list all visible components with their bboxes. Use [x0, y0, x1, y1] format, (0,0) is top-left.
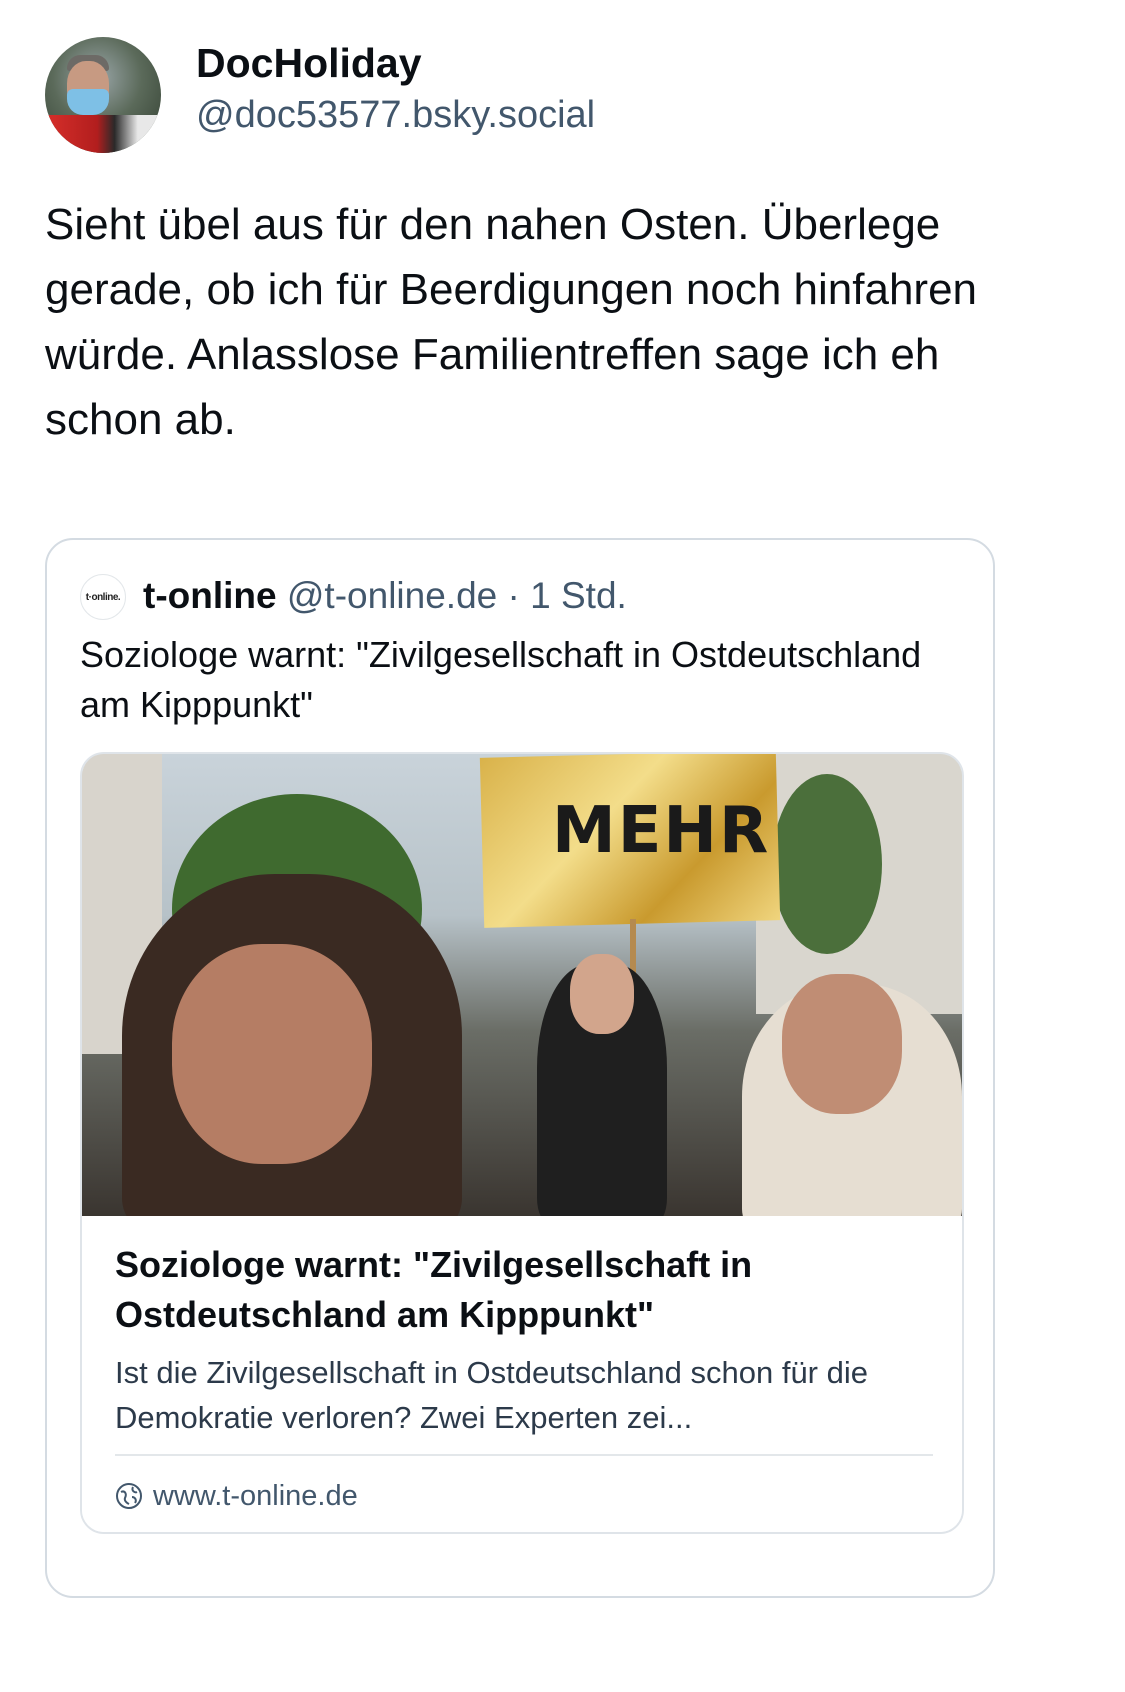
link-preview-image: MEHR: [82, 754, 962, 1216]
link-preview-description: Ist die Zivilgesellschaft in Ostdeutschl…: [115, 1355, 868, 1435]
globe-icon: [116, 1483, 142, 1509]
photo-tree-right: [772, 774, 882, 954]
photo-face-center: [570, 954, 634, 1034]
link-preview-card[interactable]: MEHR Soziologe warnt: "Zivilgesellschaft…: [80, 752, 964, 1534]
author-display-name[interactable]: DocHoliday: [196, 40, 422, 87]
link-preview-domain-row[interactable]: www.t-online.de: [115, 1476, 358, 1516]
post-text: Sieht übel aus für den nahen Osten. Über…: [45, 200, 978, 444]
quoted-avatar-logo-text: t·online.: [85, 591, 121, 603]
quoted-author-avatar[interactable]: t·online.: [80, 574, 126, 620]
quoted-post-card[interactable]: t·online. t-online @t-online.de · 1 Std.…: [45, 538, 995, 1598]
photo-sign-text: MEHR: [552, 794, 771, 868]
quoted-post-time: 1 Std.: [530, 575, 627, 616]
meta-separator: ·: [507, 575, 520, 616]
quoted-author-name[interactable]: t-online: [143, 575, 277, 616]
link-preview-body: Soziologe warnt: "Zivilgesellschaft in O…: [82, 1216, 962, 1532]
author-handle[interactable]: @doc53577.bsky.social: [196, 94, 595, 137]
link-preview-divider: [115, 1454, 933, 1456]
author-avatar[interactable]: [45, 37, 161, 153]
photo-face-left: [172, 944, 372, 1164]
quoted-post-text: Soziologe warnt: "Zivilgesellschaft in O…: [80, 634, 922, 725]
avatar-mask: [67, 89, 109, 115]
link-preview-domain: www.t-online.de: [153, 1480, 358, 1512]
photo-face-right: [782, 974, 902, 1114]
link-preview-title[interactable]: Soziologe warnt: "Zivilgesellschaft in O…: [115, 1240, 935, 1340]
quoted-author-handle[interactable]: @t-online.de: [287, 575, 497, 616]
avatar-jacket: [45, 115, 161, 153]
quoted-post-header: t-online @t-online.de · 1 Std.: [143, 572, 627, 620]
